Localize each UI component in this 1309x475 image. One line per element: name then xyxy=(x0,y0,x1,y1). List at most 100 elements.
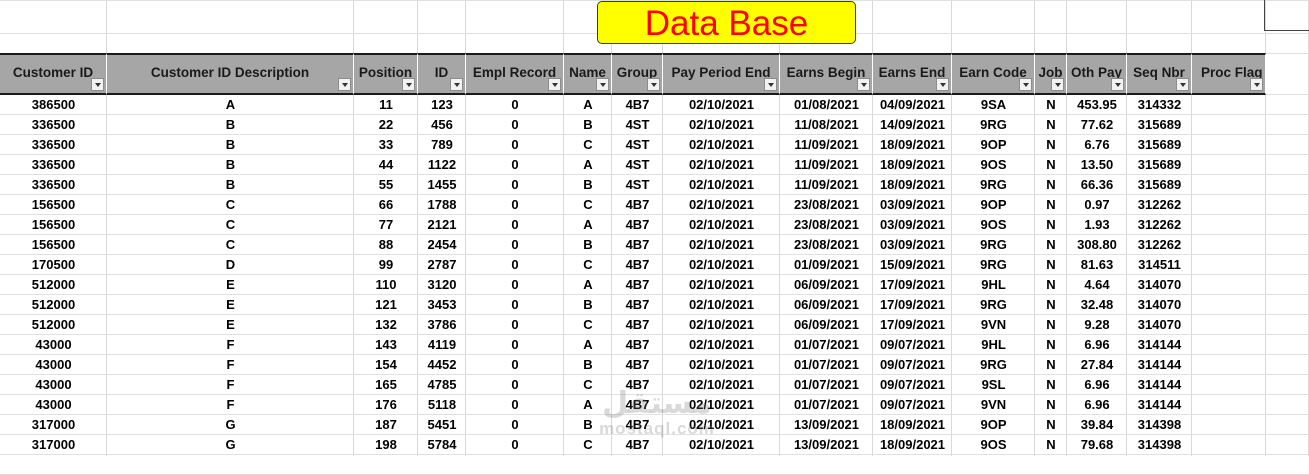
cell-eb[interactable]: 13/09/2021 xyxy=(780,415,873,435)
cell-desc[interactable]: E xyxy=(107,315,354,335)
cell-group[interactable]: 4B7 xyxy=(612,335,663,355)
cell-empl[interactable]: 0 xyxy=(466,115,564,135)
cell-seq[interactable]: 314144 xyxy=(1127,375,1192,395)
cell-group[interactable]: 4B7 xyxy=(612,275,663,295)
column-header-eb[interactable]: Earns Begin xyxy=(780,53,873,95)
column-header-code[interactable]: Earn Code xyxy=(952,53,1035,95)
cell-desc[interactable]: F xyxy=(107,335,354,355)
cell-empl[interactable]: 0 xyxy=(466,215,564,235)
filter-dropdown-icon[interactable] xyxy=(1051,78,1064,91)
cell-ppe[interactable]: 02/10/2021 xyxy=(663,95,780,115)
cell-group[interactable]: 4ST xyxy=(612,175,663,195)
column-header-pos[interactable]: Position xyxy=(354,53,418,95)
cell-code[interactable]: 9OS xyxy=(952,435,1035,455)
cell-empl[interactable]: 0 xyxy=(466,395,564,415)
cell-ee[interactable]: 18/09/2021 xyxy=(873,135,952,155)
cell-code[interactable]: 9SL xyxy=(952,375,1035,395)
cell-name[interactable]: B xyxy=(564,115,612,135)
cell-ppe[interactable]: 02/10/2021 xyxy=(663,315,780,335)
cell-id[interactable]: 3120 xyxy=(418,275,466,295)
cell-pos[interactable]: 44 xyxy=(354,155,418,175)
cell-name[interactable]: B xyxy=(564,295,612,315)
cell-empl[interactable]: 0 xyxy=(466,235,564,255)
cell-code[interactable]: 9OS xyxy=(952,155,1035,175)
filter-dropdown-icon[interactable] xyxy=(596,78,609,91)
cell-ee[interactable]: 17/09/2021 xyxy=(873,295,952,315)
cell-eb[interactable]: 23/08/2021 xyxy=(780,195,873,215)
cell-oth[interactable]: 66.36 xyxy=(1067,175,1127,195)
cell-job[interactable]: N xyxy=(1035,135,1067,155)
cell-oth[interactable]: 32.48 xyxy=(1067,295,1127,315)
cell-cust[interactable]: 336500 xyxy=(0,155,107,175)
cell-eb[interactable]: 01/07/2021 xyxy=(780,375,873,395)
cell-seq[interactable]: 314398 xyxy=(1127,415,1192,435)
cell-cust[interactable]: 386500 xyxy=(0,95,107,115)
cell-cust[interactable]: 43000 xyxy=(0,395,107,415)
cell-ppe[interactable]: 02/10/2021 xyxy=(663,175,780,195)
cell-ee[interactable]: 18/09/2021 xyxy=(873,435,952,455)
cell-eb[interactable]: 01/09/2021 xyxy=(780,255,873,275)
cell-id[interactable]: 2787 xyxy=(418,255,466,275)
cell-name[interactable]: B xyxy=(564,355,612,375)
cell-seq[interactable]: 314332 xyxy=(1127,95,1192,115)
cell-ee[interactable]: 03/09/2021 xyxy=(873,215,952,235)
cell-cust[interactable]: 156500 xyxy=(0,235,107,255)
filter-dropdown-icon[interactable] xyxy=(764,78,777,91)
cell-pos[interactable]: 132 xyxy=(354,315,418,335)
cell-code[interactable]: 9OP xyxy=(952,135,1035,155)
cell-ee[interactable]: 15/09/2021 xyxy=(873,255,952,275)
cell-oth[interactable]: 77.62 xyxy=(1067,115,1127,135)
cell-ee[interactable]: 09/07/2021 xyxy=(873,355,952,375)
cell-ee[interactable]: 14/09/2021 xyxy=(873,115,952,135)
cell-oth[interactable]: 0.97 xyxy=(1067,195,1127,215)
cell-ee[interactable]: 17/09/2021 xyxy=(873,315,952,335)
cell-id[interactable]: 123 xyxy=(418,95,466,115)
column-header-job[interactable]: Job xyxy=(1035,53,1067,95)
cell-desc[interactable]: A xyxy=(107,95,354,115)
cell-empl[interactable]: 0 xyxy=(466,95,564,115)
cell-eb[interactable]: 11/09/2021 xyxy=(780,175,873,195)
filter-dropdown-icon[interactable] xyxy=(1176,78,1189,91)
cell-ppe[interactable]: 02/10/2021 xyxy=(663,235,780,255)
cell-eb[interactable]: 01/07/2021 xyxy=(780,355,873,375)
cell-desc[interactable]: E xyxy=(107,275,354,295)
filter-dropdown-icon[interactable] xyxy=(857,78,870,91)
cell-seq[interactable]: 315689 xyxy=(1127,175,1192,195)
cell-ee[interactable]: 09/07/2021 xyxy=(873,335,952,355)
filter-dropdown-icon[interactable] xyxy=(548,78,561,91)
cell-desc[interactable]: F xyxy=(107,355,354,375)
cell-seq[interactable]: 315689 xyxy=(1127,135,1192,155)
cell-pos[interactable]: 143 xyxy=(354,335,418,355)
cell-eb[interactable]: 06/09/2021 xyxy=(780,275,873,295)
cell-oth[interactable]: 308.80 xyxy=(1067,235,1127,255)
cell-oth[interactable]: 1.93 xyxy=(1067,215,1127,235)
cell-eb[interactable]: 01/07/2021 xyxy=(780,335,873,355)
cell-eb[interactable]: 01/08/2021 xyxy=(780,95,873,115)
cell-seq[interactable]: 315689 xyxy=(1127,155,1192,175)
cell-desc[interactable]: G xyxy=(107,435,354,455)
cell-job[interactable]: N xyxy=(1035,335,1067,355)
cell-job[interactable]: N xyxy=(1035,195,1067,215)
cell-eb[interactable]: 11/09/2021 xyxy=(780,135,873,155)
cell-seq[interactable]: 314070 xyxy=(1127,275,1192,295)
cell-job[interactable]: N xyxy=(1035,255,1067,275)
cell-ppe[interactable]: 02/10/2021 xyxy=(663,195,780,215)
cell-seq[interactable]: 314070 xyxy=(1127,295,1192,315)
cell-cust[interactable]: 512000 xyxy=(0,295,107,315)
cell-ppe[interactable]: 02/10/2021 xyxy=(663,355,780,375)
cell-empl[interactable]: 0 xyxy=(466,435,564,455)
cell-pos[interactable]: 88 xyxy=(354,235,418,255)
cell-name[interactable]: A xyxy=(564,155,612,175)
cell-name[interactable]: C xyxy=(564,315,612,335)
cell-empl[interactable]: 0 xyxy=(466,255,564,275)
cell-id[interactable]: 2454 xyxy=(418,235,466,255)
cell-empl[interactable]: 0 xyxy=(466,315,564,335)
cell-oth[interactable]: 4.64 xyxy=(1067,275,1127,295)
cell-job[interactable]: N xyxy=(1035,355,1067,375)
cell-oth[interactable]: 39.84 xyxy=(1067,415,1127,435)
cell-ee[interactable]: 03/09/2021 xyxy=(873,195,952,215)
cell-cust[interactable]: 43000 xyxy=(0,375,107,395)
cell-pos[interactable]: 176 xyxy=(354,395,418,415)
cell-eb[interactable]: 06/09/2021 xyxy=(780,315,873,335)
cell-cust[interactable]: 336500 xyxy=(0,175,107,195)
